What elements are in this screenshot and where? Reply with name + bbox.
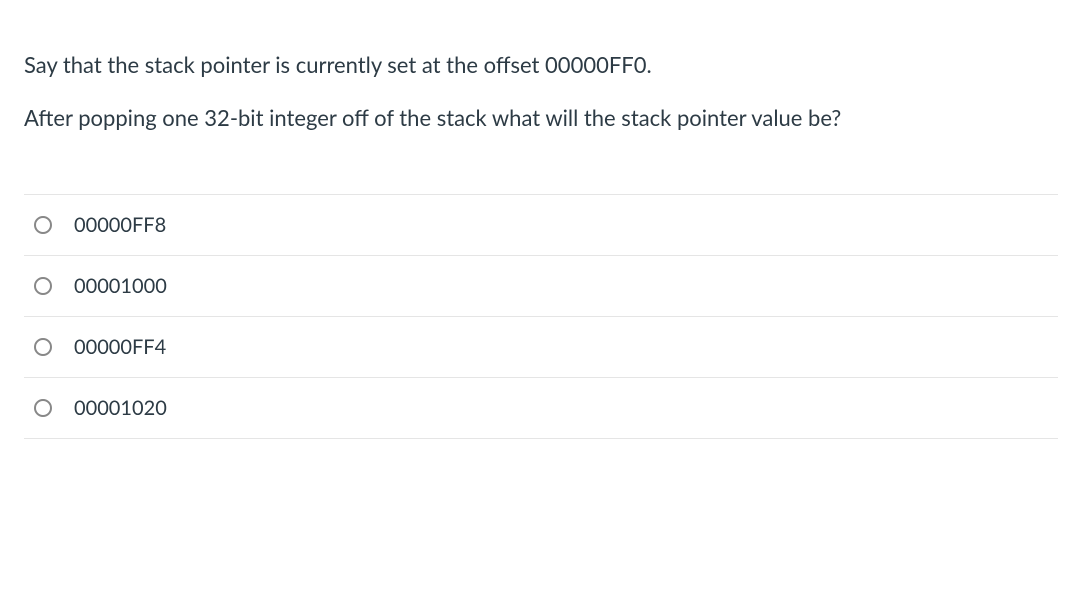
option-row[interactable]: 00000FF8 [24, 195, 1058, 256]
option-row[interactable]: 00001000 [24, 256, 1058, 317]
question-paragraph-2: After popping one 32-bit integer off of … [24, 101, 1058, 134]
question-paragraph-1: Say that the stack pointer is currently … [24, 48, 1058, 81]
option-row[interactable]: 00000FF4 [24, 317, 1058, 378]
option-label: 00001000 [74, 274, 167, 298]
options-list: 00000FF8 00001000 00000FF4 00001020 [24, 194, 1058, 439]
radio-icon[interactable] [34, 277, 52, 295]
radio-icon[interactable] [34, 216, 52, 234]
option-label: 00001020 [74, 396, 167, 420]
option-label: 00000FF8 [74, 213, 166, 237]
option-row[interactable]: 00001020 [24, 378, 1058, 439]
question-text: Say that the stack pointer is currently … [24, 48, 1058, 134]
radio-icon[interactable] [34, 399, 52, 417]
radio-icon[interactable] [34, 338, 52, 356]
option-label: 00000FF4 [74, 335, 166, 359]
